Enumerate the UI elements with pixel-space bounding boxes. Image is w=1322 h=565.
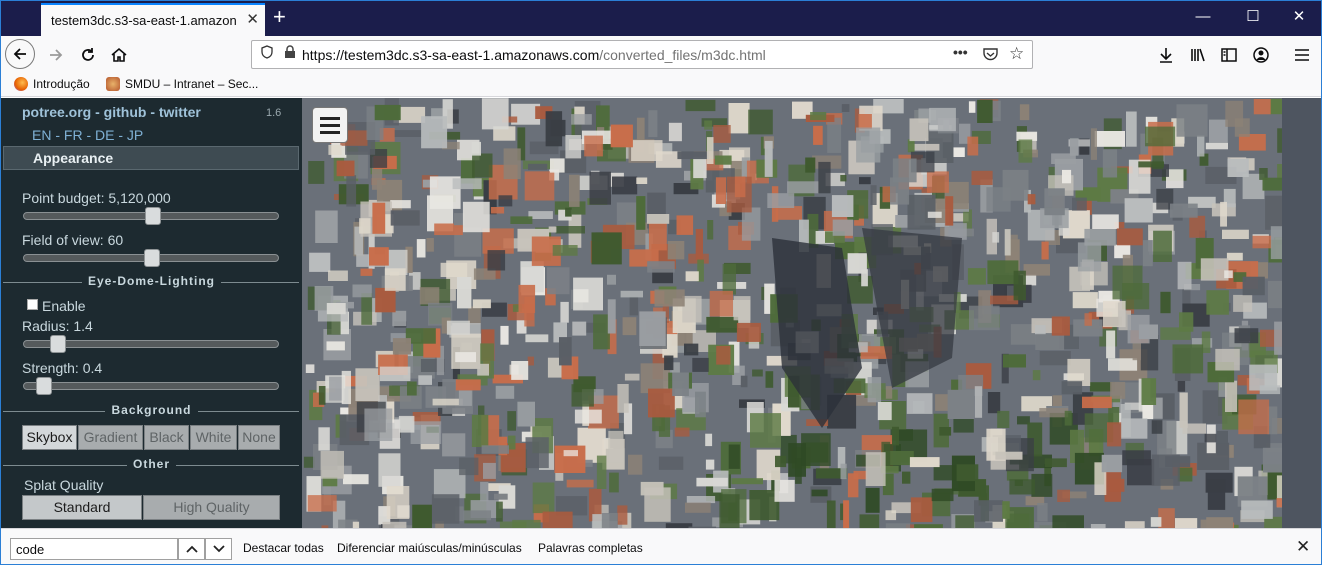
match-case-option[interactable]: Diferenciar maiúsculas/minúsculas: [337, 541, 522, 555]
bookmark-label: SMDU – Intranet – Sec...: [125, 77, 259, 91]
minimize-icon[interactable]: —: [1188, 7, 1218, 27]
slider-handle[interactable]: [145, 207, 161, 225]
field-of-view-label: Field of view: 60: [22, 232, 124, 248]
edl-title: Eye-Dome-Lighting: [82, 274, 221, 288]
radius-slider[interactable]: [23, 335, 279, 353]
other-divider: Other: [1, 457, 302, 473]
splat-standard-button[interactable]: Standard: [22, 495, 142, 520]
firefox-icon: [14, 77, 28, 91]
tab-strip: testem3dc.s3-sa-east-1.amazonaws.com/c ✕…: [1, 1, 1321, 36]
strength-slider[interactable]: [23, 377, 279, 395]
navigation-toolbar: https://testem3dc.s3-sa-east-1.amazonaws…: [1, 36, 1321, 73]
find-bar: Destacar todas Diferenciar maiúsculas/mi…: [1, 528, 1321, 564]
browser-window: testem3dc.s3-sa-east-1.amazonaws.com/c ✕…: [0, 0, 1322, 565]
find-previous-icon[interactable]: [178, 538, 205, 560]
background-white-button[interactable]: White: [190, 425, 237, 450]
highlight-all-option[interactable]: Destacar todas: [243, 541, 324, 555]
bookmark-smdu[interactable]: SMDU – Intranet – Sec...: [106, 77, 258, 91]
version-label: 1.6: [266, 107, 282, 119]
forward-arrow-icon[interactable]: [41, 40, 71, 70]
splat-quality-label: Splat Quality: [24, 477, 104, 493]
edl-divider: Eye-Dome-Lighting: [1, 274, 302, 290]
slider-handle[interactable]: [50, 335, 66, 353]
pocket-icon[interactable]: [983, 47, 998, 66]
maximize-icon[interactable]: ☐: [1238, 7, 1268, 27]
city-point-cloud-render[interactable]: [302, 98, 1321, 528]
point-cloud-viewer[interactable]: [302, 98, 1321, 528]
find-input[interactable]: [10, 538, 178, 560]
menu-toggle-icon[interactable]: [312, 107, 348, 143]
url-path: /converted_files/m3dc.html: [599, 46, 766, 63]
browser-tab[interactable]: testem3dc.s3-sa-east-1.amazonaws.com/c ✕: [41, 3, 265, 36]
address-bar[interactable]: https://testem3dc.s3-sa-east-1.amazonaws…: [251, 40, 1033, 69]
bookmarks-toolbar: Introdução SMDU – Intranet – Sec...: [1, 73, 1321, 97]
smdu-logo-icon: [106, 77, 120, 91]
enable-checkbox[interactable]: [27, 299, 38, 310]
point-budget-slider[interactable]: [23, 207, 279, 225]
point-budget-label: Point budget: 5,120,000: [22, 190, 171, 206]
hamburger-menu-icon[interactable]: [1287, 40, 1317, 70]
field-of-view-slider[interactable]: [23, 249, 279, 267]
new-tab-button[interactable]: +: [273, 6, 286, 28]
reload-icon[interactable]: [73, 40, 103, 70]
url-host: https://testem3dc.s3-sa-east-1.amazonaws…: [302, 46, 600, 63]
potree-sidebar: potree.org - github - twitter 1.6 EN - F…: [1, 98, 302, 528]
appearance-section-header[interactable]: Appearance: [3, 146, 299, 170]
shield-icon[interactable]: [260, 45, 274, 64]
slider-handle[interactable]: [36, 377, 52, 395]
enable-label: Enable: [42, 298, 86, 314]
bookmark-star-icon[interactable]: ☆: [1009, 45, 1024, 63]
close-window-icon[interactable]: ✕: [1284, 7, 1314, 27]
tab-close-icon[interactable]: ✕: [246, 11, 259, 29]
lock-icon[interactable]: [284, 45, 296, 64]
find-next-icon[interactable]: [205, 538, 232, 560]
home-icon[interactable]: [104, 40, 134, 70]
library-icon[interactable]: [1183, 40, 1213, 70]
back-arrow-icon[interactable]: [5, 39, 35, 69]
sidebar-toggle-icon[interactable]: [1214, 40, 1244, 70]
strength-label: Strength: 0.4: [22, 360, 103, 376]
background-black-button[interactable]: Black: [144, 425, 189, 450]
background-divider: Background: [1, 403, 302, 419]
downloads-icon[interactable]: [1151, 40, 1181, 70]
account-icon[interactable]: [1246, 40, 1276, 70]
find-close-icon[interactable]: ✕: [1296, 537, 1310, 557]
bookmark-label: Introdução: [33, 77, 90, 91]
background-gradient-button[interactable]: Gradient: [78, 425, 143, 450]
project-links[interactable]: potree.org - github - twitter: [22, 104, 201, 120]
background-skybox-button[interactable]: Skybox: [22, 425, 77, 450]
background-title: Background: [105, 403, 198, 417]
splat-high-quality-button[interactable]: High Quality: [143, 495, 280, 520]
language-links[interactable]: EN - FR - DE - JP: [32, 127, 143, 143]
slider-handle[interactable]: [144, 249, 160, 267]
tab-title: testem3dc.s3-sa-east-1.amazonaws.com/c: [51, 13, 237, 28]
background-none-button[interactable]: None: [238, 425, 280, 450]
radius-label: Radius: 1.4: [22, 318, 93, 334]
other-title: Other: [126, 457, 176, 471]
whole-words-option[interactable]: Palavras completas: [538, 541, 643, 555]
bookmark-introducao[interactable]: Introdução: [14, 77, 90, 91]
page-actions-icon[interactable]: •••: [953, 44, 968, 60]
